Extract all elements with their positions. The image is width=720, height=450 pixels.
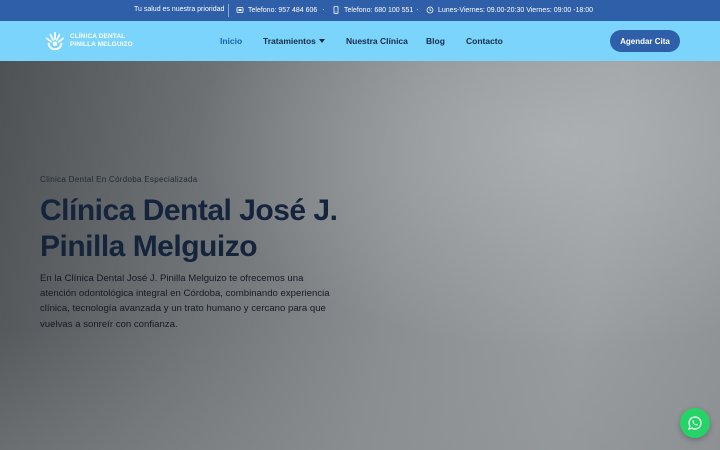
tagline: Tu salud es nuestra prioridad	[134, 6, 225, 13]
hero-overlay	[0, 330, 720, 450]
separator-dot: ·	[416, 5, 419, 14]
phone-icon	[236, 7, 244, 13]
chevron-down-icon	[318, 39, 325, 43]
whatsapp-icon	[688, 416, 702, 430]
separator-dot: ·	[322, 5, 325, 14]
nav-tratamientos[interactable]: Tratamientos	[263, 36, 325, 46]
phone-landline[interactable]: Telefono: 957 484 606	[236, 6, 317, 14]
nav-blog[interactable]: Blog	[426, 36, 445, 46]
opening-hours: Lunes-Viernes: 09.00-20:30 Viernes: 09:0…	[426, 6, 593, 14]
site-logo[interactable]: CLÍNICA DENTAL PINILLA MELGUIZO	[44, 30, 133, 52]
hero-title: Clínica Dental José J. Pinilla Melguizo	[40, 194, 338, 263]
phone-mobile[interactable]: Telefono: 680 100 551	[332, 6, 413, 14]
top-info-bar: Tu salud es nuestra prioridad Telefono: …	[0, 0, 720, 21]
nav-inicio[interactable]: Inicio	[220, 36, 242, 46]
hours-text: Lunes-Viernes: 09.00-20:30 Viernes: 09:0…	[438, 6, 594, 14]
logo-icon	[45, 31, 65, 51]
nav-nuestra-clinica[interactable]: Nuestra Clínica	[346, 36, 408, 46]
nav-contacto[interactable]: Contacto	[466, 36, 503, 46]
logo-line-2: PINILLA MELGUIZO	[70, 41, 133, 48]
nav-tratamientos-label: Tratamientos	[263, 36, 316, 46]
logo-line-1: CLÍNICA DENTAL	[70, 33, 126, 40]
mobile-icon	[333, 6, 339, 14]
hero-eyebrow: Clinica Dental En Córdoba Especializada	[40, 175, 198, 184]
book-appointment-button[interactable]: Agendar Cita	[610, 30, 680, 52]
logo-text: CLÍNICA DENTAL PINILLA MELGUIZO	[70, 33, 133, 49]
clock-icon	[426, 6, 434, 14]
phone-1-text: Telefono: 957 484 606	[248, 6, 318, 14]
site-header: CLÍNICA DENTAL PINILLA MELGUIZO Inicio T…	[0, 21, 720, 61]
hero-section: Clinica Dental En Córdoba Especializada …	[0, 61, 720, 450]
divider	[228, 4, 229, 17]
hero-description: En la Clínica Dental José J. Pinilla Mel…	[40, 273, 330, 330]
whatsapp-button[interactable]	[680, 408, 710, 438]
phone-2-text: Telefono: 680 100 551	[344, 6, 414, 14]
